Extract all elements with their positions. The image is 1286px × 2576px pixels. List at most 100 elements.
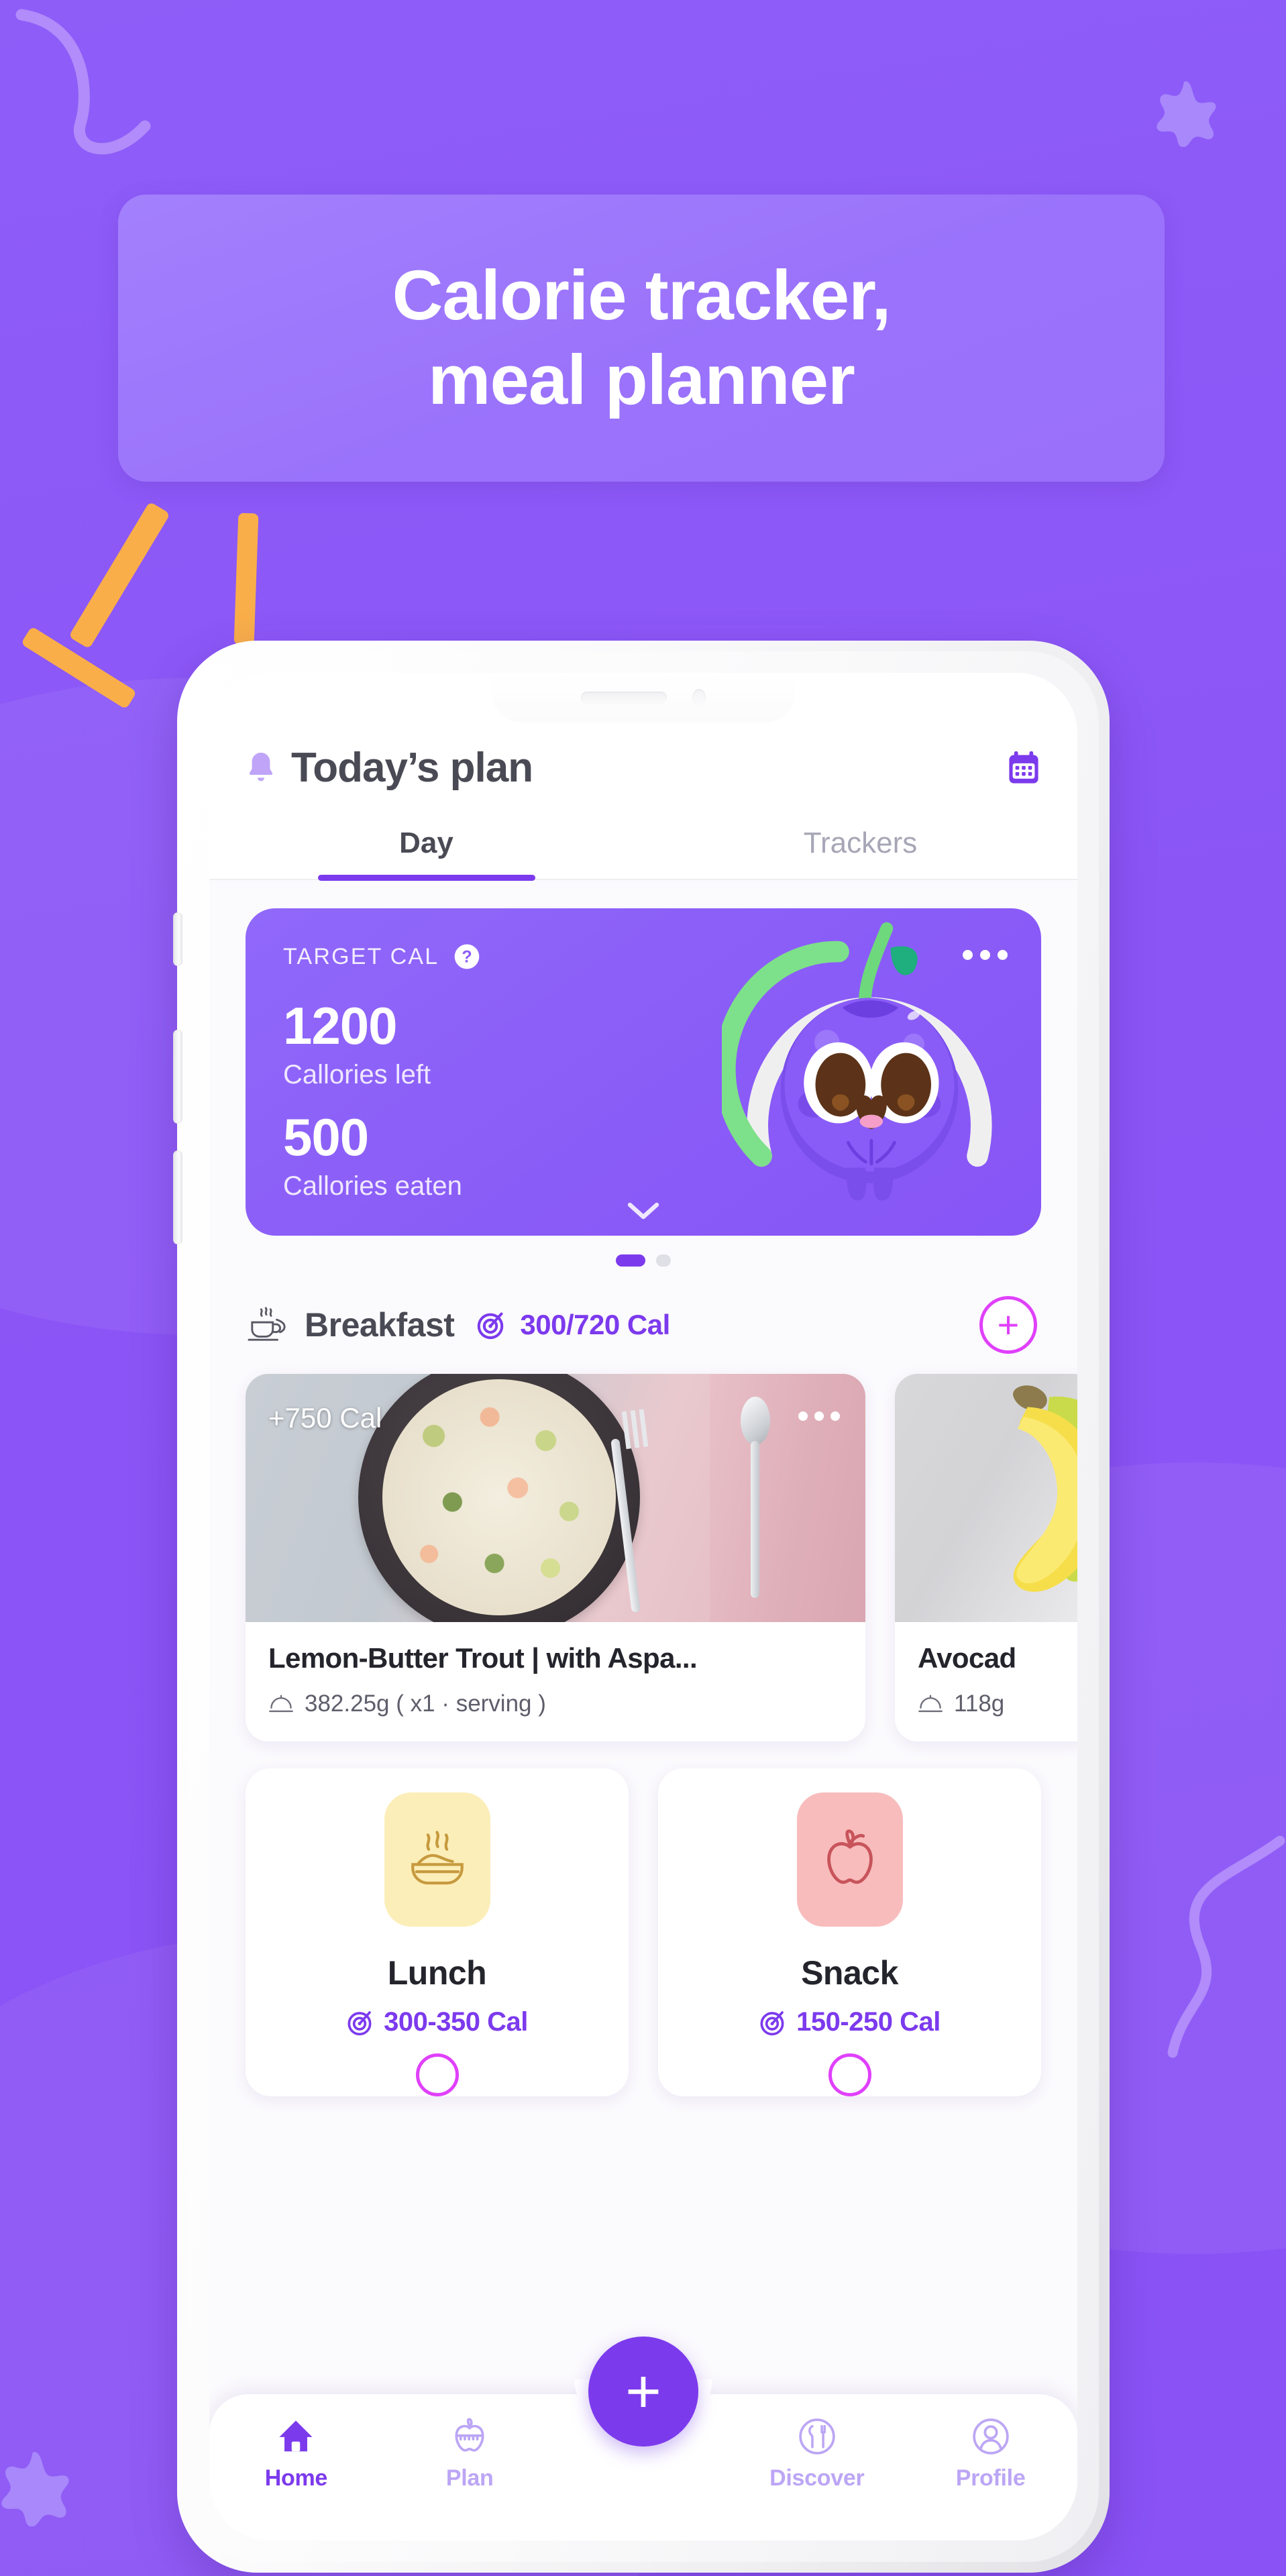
front-camera-icon: [692, 689, 706, 706]
calories-left-label: Callories left: [283, 1060, 431, 1089]
squiggle-icon: [1167, 1835, 1285, 2058]
fork-tines: [619, 1408, 655, 1450]
breakfast-food-list: +750 Cal Lemon-Butter Trout | with Aspa.…: [246, 1374, 1077, 1741]
coffee-cup-icon: [248, 1307, 286, 1341]
add-entry-fab[interactable]: +: [588, 2337, 698, 2447]
breakfast-section-header: Breakfast 300/720 Cal +: [246, 1296, 1041, 1354]
meal-tile-calorie-row: 300-350 Cal: [346, 2007, 528, 2037]
banana-illustration: [1013, 1385, 1077, 1592]
meal-tile-calories: 150-250 Cal: [796, 2007, 941, 2037]
phone-volume-up-button[interactable]: [173, 1030, 182, 1124]
app-screen: Today’s plan Day Trackers TARGET CAL ? 1…: [209, 673, 1077, 2540]
breakfast-label: Breakfast: [305, 1306, 455, 1344]
phone-notch: [492, 673, 795, 722]
breakfast-calories: 300/720 Cal: [520, 1309, 670, 1340]
food-card[interactable]: Avocad 118g: [895, 1374, 1077, 1741]
plan-apple-icon: [455, 2418, 484, 2452]
napkin: [710, 1374, 865, 1622]
carousel-dot-active[interactable]: [616, 1254, 645, 1267]
target-icon: [347, 2010, 372, 2035]
snack-icon-box: [796, 1792, 903, 1927]
risotto-shrimp-photo: +750 Cal: [246, 1374, 865, 1622]
phone-volume-down-button[interactable]: [173, 1150, 182, 1244]
promo-title-line-1: Calorie tracker,: [392, 256, 892, 335]
add-lunch-button[interactable]: [415, 2053, 459, 2096]
burst-line: [68, 501, 170, 649]
calories-eaten-label: Callories eaten: [283, 1171, 462, 1201]
nav-label: Discover: [769, 2465, 865, 2491]
serving-dome-icon: [918, 1695, 943, 1713]
lunch-icon-box: [384, 1792, 490, 1927]
promo-title-line-2: meal planner: [428, 341, 855, 419]
nav-label: Profile: [955, 2465, 1026, 2491]
target-icon: [760, 2010, 784, 2035]
bottom-navigation: Home Plan Discover Profile +: [209, 2337, 1077, 2540]
serving-dome-icon: [269, 1695, 293, 1713]
nav-item-profile[interactable]: Profile: [904, 2417, 1077, 2491]
discover-cutlery-icon: [799, 2418, 835, 2455]
squiggle-icon: [15, 9, 151, 155]
carousel-dot[interactable]: [656, 1254, 671, 1267]
food-meta-row: 382.25g ( x1 · serving ): [268, 1690, 843, 1717]
promo-title-card: Calorie tracker, meal planner: [118, 195, 1165, 482]
steaming-bowl-icon: [411, 1831, 464, 1885]
spoon-handle: [751, 1441, 759, 1598]
plate: [358, 1374, 640, 1622]
meal-tile-snack[interactable]: Snack 150-250 Cal: [658, 1768, 1041, 2096]
nav-item-discover[interactable]: Discover: [730, 2417, 904, 2491]
apple-icon: [826, 1829, 873, 1884]
more-options-icon[interactable]: [798, 1411, 840, 1421]
meal-tile-calorie-row: 150-250 Cal: [759, 2007, 941, 2037]
meal-tiles: Lunch 300-350 Cal Snack 150-250 Cal: [246, 1768, 1041, 2096]
target-cal-row: TARGET CAL ?: [283, 943, 480, 970]
target-cal-label: TARGET CAL: [283, 943, 439, 969]
meal-tile-name: Lunch: [387, 1954, 487, 1992]
food-meta-row: 118g: [918, 1690, 1073, 1717]
meal-tile-name: Snack: [801, 1954, 898, 1992]
target-icon: [478, 1312, 504, 1340]
nav-item-home[interactable]: Home: [209, 2417, 383, 2491]
calories-eaten-value: 500: [283, 1108, 369, 1167]
risotto-food: [382, 1379, 616, 1615]
tab-trackers[interactable]: Trackers: [643, 826, 1077, 879]
add-breakfast-button[interactable]: +: [979, 1296, 1037, 1354]
star-icon: [0, 2447, 74, 2526]
food-card[interactable]: +750 Cal Lemon-Butter Trout | with Aspa.…: [246, 1374, 865, 1741]
bell-icon[interactable]: [246, 751, 276, 786]
blueberry-mascot-icon: [714, 915, 1017, 1224]
tab-day[interactable]: Day: [209, 826, 643, 879]
add-snack-button[interactable]: [828, 2053, 871, 2096]
nav-label: Home: [264, 2465, 328, 2491]
food-title: Avocad: [918, 1642, 1016, 1674]
home-icon: [279, 2420, 313, 2452]
plus-icon: +: [625, 2357, 661, 2426]
help-icon[interactable]: ?: [453, 943, 480, 970]
page-title: Today’s plan: [291, 745, 533, 791]
svg-text:?: ?: [462, 948, 472, 967]
spoon-head: [741, 1397, 770, 1445]
burst-line: [233, 513, 259, 645]
earpiece-speaker: [581, 692, 667, 704]
meal-tile-lunch[interactable]: Lunch 300-350 Cal: [246, 1768, 629, 2096]
tab-bar: Day Trackers: [209, 826, 1077, 880]
phone-silent-switch[interactable]: [173, 912, 182, 966]
calendar-icon[interactable]: [1006, 750, 1041, 786]
app-content: TARGET CAL ? 1200 Callories left 500 Cal…: [209, 880, 1077, 2540]
food-meta-text: 382.25g ( x1 · serving ): [305, 1690, 546, 1717]
food-title: Lemon-Butter Trout | with Aspa...: [268, 1642, 698, 1674]
nav-label: Plan: [445, 2465, 494, 2491]
star-icon: [1150, 77, 1220, 147]
banana-photo: [895, 1374, 1077, 1622]
nav-item-plan[interactable]: Plan: [383, 2417, 557, 2491]
chevron-down-icon[interactable]: [626, 1201, 661, 1221]
phone-mockup: Today’s plan Day Trackers TARGET CAL ? 1…: [173, 641, 1110, 2573]
food-card-body: Lemon-Butter Trout | with Aspa... 382.25…: [246, 1622, 865, 1741]
calories-left-value: 1200: [283, 996, 398, 1055]
food-meta-text: 118g: [954, 1690, 1005, 1717]
phone-screen: Today’s plan Day Trackers TARGET CAL ? 1…: [209, 673, 1077, 2540]
food-calorie-badge: +750 Cal: [268, 1402, 382, 1434]
calorie-summary-card[interactable]: TARGET CAL ? 1200 Callories left 500 Cal…: [246, 908, 1041, 1236]
carousel-dots: [246, 1254, 1041, 1267]
meal-tile-calories: 300-350 Cal: [384, 2007, 528, 2037]
food-card-body: Avocad 118g: [895, 1622, 1077, 1741]
